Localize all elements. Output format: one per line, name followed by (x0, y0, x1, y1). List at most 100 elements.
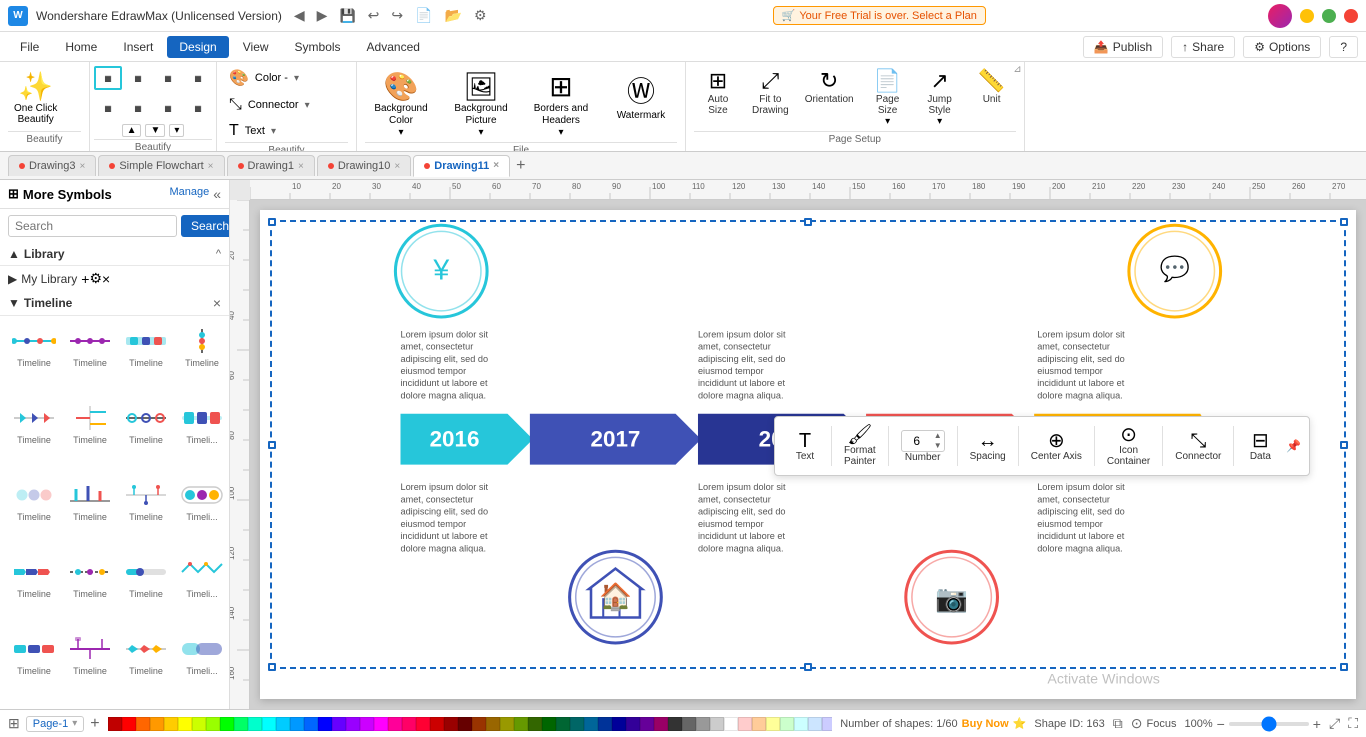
color-swatch[interactable] (276, 717, 290, 731)
options-btn[interactable]: ⚙ Options (1243, 36, 1321, 58)
symbol-item-7[interactable]: Timeli... (176, 399, 228, 472)
tab-close-drawing10[interactable]: × (394, 161, 400, 172)
number-input-box[interactable]: ▲ ▼ (901, 430, 945, 452)
color-swatch[interactable] (108, 717, 122, 731)
color-swatch[interactable] (220, 717, 234, 731)
color-swatch[interactable] (458, 717, 472, 731)
help-btn[interactable]: ? (1329, 36, 1358, 58)
color-swatch[interactable] (808, 717, 822, 731)
text-btn[interactable]: T Text ▾ (225, 120, 348, 142)
beautify-shape-2[interactable]: ▦ (124, 66, 152, 90)
user-avatar[interactable] (1268, 4, 1292, 28)
tab-drawing11[interactable]: Drawing11 × (413, 155, 510, 177)
layout-view-btn[interactable]: ⊞ (8, 715, 20, 732)
color-swatch[interactable] (696, 717, 710, 731)
color-swatch[interactable] (360, 717, 374, 731)
symbol-item-5[interactable]: Timeline (64, 399, 116, 472)
beautify-shape-3[interactable]: ▦ (154, 66, 182, 90)
add-page-btn[interactable]: + (90, 715, 99, 733)
symbol-item-9[interactable]: Timeline (64, 476, 116, 549)
color-swatch[interactable] (374, 717, 388, 731)
page-indicator[interactable]: Page-1 ▾ (26, 716, 85, 732)
symbol-item-15[interactable]: Timeli... (176, 553, 228, 626)
beautify-shape-5[interactable]: ▦ (94, 96, 122, 120)
color-swatch[interactable] (570, 717, 584, 731)
color-swatch[interactable] (416, 717, 430, 731)
fit-page-btn[interactable]: ⤢ (1329, 715, 1340, 732)
color-swatch[interactable] (528, 717, 542, 731)
color-swatch[interactable] (780, 717, 794, 731)
stool-format-painter[interactable]: 🖌 FormatPainter (836, 421, 884, 471)
symbol-item-4[interactable]: Timeline (8, 399, 60, 472)
menu-item-home[interactable]: Home (53, 36, 109, 58)
auto-size-btn[interactable]: ⊞ AutoSize (694, 66, 742, 131)
color-swatch[interactable] (290, 717, 304, 731)
toolbar-pin-btn[interactable]: 📌 (1286, 439, 1301, 453)
stool-data[interactable]: ⊟ Data (1238, 427, 1282, 466)
beautify-scroll-down[interactable]: ▼ (145, 124, 165, 137)
page-size-btn[interactable]: 📄 PageSize ▾ (864, 66, 912, 131)
color-btn[interactable]: 🎨 Color - ▾ (225, 66, 348, 90)
color-swatch[interactable] (640, 717, 654, 731)
color-swatch[interactable] (178, 717, 192, 731)
menu-item-design[interactable]: Design (167, 36, 228, 58)
color-swatch[interactable] (234, 717, 248, 731)
one-click-beautify-btn[interactable]: ✨ One ClickBeautify (8, 66, 63, 129)
menu-item-symbols[interactable]: Symbols (283, 36, 353, 58)
symbol-item-3[interactable]: Timeline (176, 322, 228, 395)
menu-item-view[interactable]: View (231, 36, 281, 58)
color-swatch[interactable] (388, 717, 402, 731)
publish-btn[interactable]: 📤 Publish (1083, 36, 1163, 58)
color-swatch[interactable] (542, 717, 556, 731)
color-swatch[interactable] (402, 717, 416, 731)
color-swatch[interactable] (346, 717, 360, 731)
watermark-btn[interactable]: Ⓦ Watermark (605, 66, 677, 142)
symbol-item-13[interactable]: Timeline (64, 553, 116, 626)
manage-link[interactable]: Manage (169, 186, 209, 202)
page-setup-expand-btn[interactable]: ⊿ (1013, 64, 1021, 75)
symbol-item-17[interactable]: Timeline (64, 630, 116, 703)
layers-btn[interactable]: ⧉ (1113, 715, 1123, 732)
jump-style-btn[interactable]: ↗ JumpStyle ▾ (916, 66, 964, 131)
beautify-shape-6[interactable]: ▦ (124, 96, 152, 120)
nav-forward-btn[interactable]: ▶ (313, 5, 332, 26)
num-down-btn[interactable]: ▼ (932, 441, 944, 451)
symbol-item-2[interactable]: Timeline (120, 322, 172, 395)
color-swatch[interactable] (318, 717, 332, 731)
focus-btn[interactable]: ⊙ (1131, 715, 1143, 732)
color-swatch[interactable] (164, 717, 178, 731)
orientation-btn[interactable]: ↻ Orientation (799, 66, 860, 131)
connector-btn[interactable]: ⤡ Connector ▾ (225, 94, 348, 116)
color-swatch[interactable] (304, 717, 318, 731)
color-swatch[interactable] (556, 717, 570, 731)
symbol-item-8[interactable]: Timeline (8, 476, 60, 549)
more-btn[interactable]: ⚙ (470, 5, 491, 26)
search-input[interactable] (8, 215, 177, 237)
add-tab-btn[interactable]: + (516, 157, 525, 175)
nav-back-btn[interactable]: ◀ (290, 5, 309, 26)
tab-close-flowchart[interactable]: × (208, 161, 214, 172)
fit-drawing-btn[interactable]: ⤢ Fit toDrawing (746, 66, 795, 131)
color-swatch[interactable] (682, 717, 696, 731)
number-input[interactable] (902, 433, 932, 449)
bg-color-btn[interactable]: 🎨 BackgroundColor ▾ (365, 66, 437, 142)
my-library-close-btn[interactable]: × (102, 271, 110, 287)
tab-simple-flowchart[interactable]: Simple Flowchart × (98, 155, 224, 176)
trial-badge[interactable]: 🛒 Your Free Trial is over. Select a Plan (773, 6, 986, 25)
color-swatch[interactable] (332, 717, 346, 731)
new-btn[interactable]: 📄 (411, 5, 436, 26)
color-swatch[interactable] (444, 717, 458, 731)
color-swatch[interactable] (206, 717, 220, 731)
stool-number[interactable]: ▲ ▼ Number (893, 426, 953, 467)
color-swatch[interactable] (710, 717, 724, 731)
borders-btn[interactable]: ⊞ Borders andHeaders ▾ (525, 66, 597, 142)
save-btn[interactable]: 💾 (335, 5, 359, 26)
color-swatch[interactable] (122, 717, 136, 731)
timeline-section-close-btn[interactable]: × (213, 295, 221, 311)
tab-drawing3[interactable]: Drawing3 × (8, 155, 96, 176)
color-swatch[interactable] (500, 717, 514, 731)
color-swatch[interactable] (752, 717, 766, 731)
symbol-item-18[interactable]: Timeline (120, 630, 172, 703)
color-swatch[interactable] (248, 717, 262, 731)
zoom-out-btn[interactable]: − (1217, 716, 1225, 732)
